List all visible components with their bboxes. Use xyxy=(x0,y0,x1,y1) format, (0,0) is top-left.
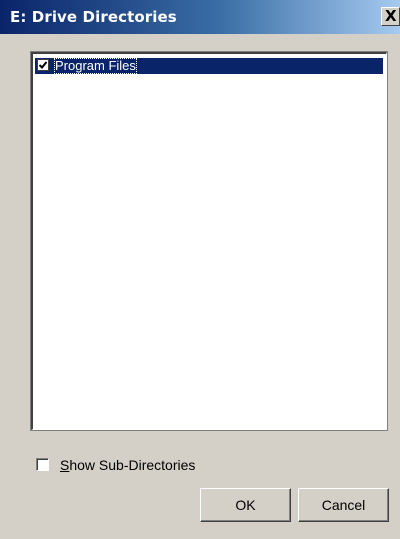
show-subdirectories-accelerator: S xyxy=(60,457,70,473)
directory-list[interactable]: Program Files xyxy=(30,51,388,431)
cancel-button[interactable]: Cancel xyxy=(298,488,389,522)
checkmark-icon xyxy=(38,61,48,69)
close-icon: X xyxy=(385,7,397,25)
window-title: E: Drive Directories xyxy=(10,8,177,26)
list-item[interactable]: Program Files xyxy=(35,58,383,74)
show-subdirectories-label: Show Sub-Directories xyxy=(60,456,195,474)
show-subdirectories-text: how Sub-Directories xyxy=(69,457,196,473)
title-bar[interactable]: E: Drive Directories X xyxy=(0,0,400,34)
list-item-label: Program Files xyxy=(54,58,137,74)
close-button[interactable]: X xyxy=(381,7,400,26)
item-checkbox[interactable] xyxy=(37,59,49,71)
ok-button[interactable]: OK xyxy=(200,488,291,522)
show-subdirectories-checkbox[interactable] xyxy=(36,458,49,471)
